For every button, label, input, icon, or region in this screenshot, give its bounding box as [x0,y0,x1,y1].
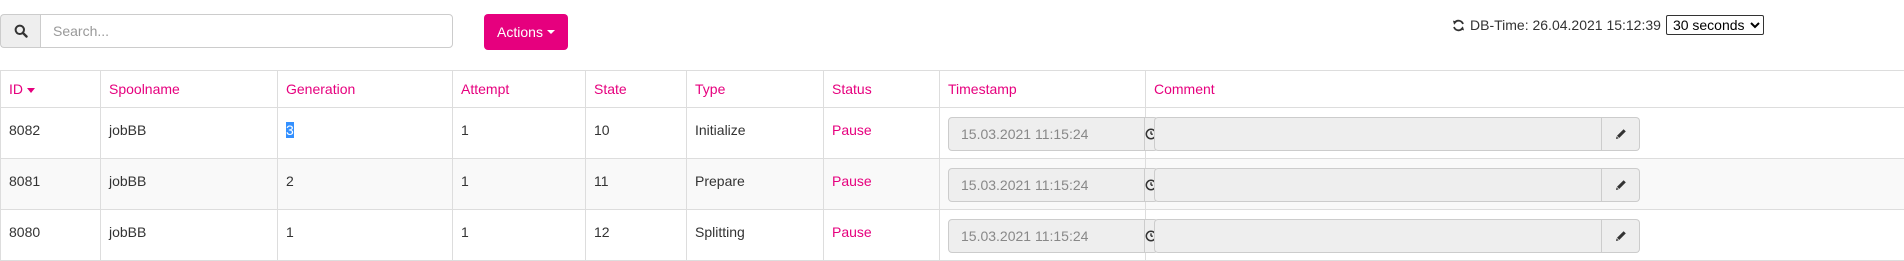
cell-spoolname: jobBB [101,159,278,210]
timestamp-group [948,168,1137,202]
actions-button[interactable]: Actions [484,14,568,50]
column-header-spoolname[interactable]: Spoolname [101,71,278,108]
column-header-id[interactable]: ID [1,71,101,108]
search-group [0,14,453,48]
cell-timestamp [940,108,1146,159]
timestamp-input[interactable] [948,117,1145,151]
column-header-label: State [594,81,627,97]
comment-input[interactable] [1154,168,1602,202]
cell-comment [1146,159,1904,210]
column-header-label: Status [832,81,872,97]
cell-state: 11 [586,159,687,210]
cell-generation: 3 [278,108,453,159]
comment-group [1154,117,1896,151]
column-header-status[interactable]: Status [824,71,940,108]
timestamp-group [948,117,1137,151]
comment-input[interactable] [1154,219,1602,253]
actions-label: Actions [497,24,543,40]
search-input[interactable] [40,14,453,48]
timestamp-group [948,219,1137,253]
edit-button[interactable] [1602,168,1640,202]
cell-state: 10 [586,108,687,159]
timestamp-input[interactable] [948,168,1145,202]
cell-generation: 1 [278,210,453,261]
column-header-type[interactable]: Type [687,71,824,108]
sort-desc-icon [27,88,35,93]
column-header-label: Attempt [461,81,509,97]
cell-status: Pause [824,159,940,210]
pencil-icon [1615,128,1627,140]
column-header-state[interactable]: State [586,71,687,108]
spool-table: ID Spoolname Generation Attempt State Ty… [0,70,1904,261]
column-header-label: Spoolname [109,81,180,97]
pencil-icon [1615,179,1627,191]
column-header-attempt[interactable]: Attempt [453,71,586,108]
cell-timestamp [940,210,1146,261]
cell-attempt: 1 [453,159,586,210]
cell-id: 8080 [1,210,101,261]
comment-group [1154,168,1896,202]
table-header-row: ID Spoolname Generation Attempt State Ty… [1,71,1904,108]
refresh-icon[interactable] [1452,19,1465,32]
edit-button[interactable] [1602,117,1640,151]
column-header-label: Comment [1154,81,1215,97]
selected-text: 3 [286,122,294,138]
status-link[interactable]: Pause [832,224,872,240]
cell-status: Pause [824,108,940,159]
db-time-text: DB-Time: 26.04.2021 15:12:39 [1470,17,1661,33]
edit-button[interactable] [1602,219,1640,253]
column-header-label: Type [695,81,725,97]
column-header-label: Generation [286,81,355,97]
pencil-icon [1615,230,1627,242]
cell-id: 8081 [1,159,101,210]
cell-status: Pause [824,210,940,261]
cell-id: 8082 [1,108,101,159]
table-row[interactable]: 8082 jobBB 3 1 10 Initialize Pause [1,108,1904,159]
column-header-comment[interactable]: Comment [1146,71,1904,108]
table-row[interactable]: 8081 jobBB 2 1 11 Prepare Pause [1,159,1904,210]
table-row[interactable]: 8080 jobBB 1 1 12 Splitting Pause [1,210,1904,261]
refresh-interval-select[interactable]: 30 seconds [1666,15,1764,35]
cell-type: Initialize [687,108,824,159]
cell-attempt: 1 [453,210,586,261]
cell-timestamp [940,159,1146,210]
status-link[interactable]: Pause [832,173,872,189]
cell-spoolname: jobBB [101,108,278,159]
status-link[interactable]: Pause [832,122,872,138]
cell-comment [1146,210,1904,261]
db-time-area: DB-Time: 26.04.2021 15:12:39 30 seconds [1452,15,1764,35]
cell-state: 12 [586,210,687,261]
cell-comment [1146,108,1904,159]
cell-spoolname: jobBB [101,210,278,261]
cell-type: Prepare [687,159,824,210]
column-header-timestamp[interactable]: Timestamp [940,71,1146,108]
toolbar: Actions DB-Time: 26.04.2021 15:12:39 30 … [0,0,1904,70]
timestamp-input[interactable] [948,219,1145,253]
cell-type: Splitting [687,210,824,261]
cell-attempt: 1 [453,108,586,159]
column-header-label: ID [9,81,23,97]
cell-generation: 2 [278,159,453,210]
search-icon [0,14,40,48]
comment-input[interactable] [1154,117,1602,151]
column-header-label: Timestamp [948,81,1017,97]
column-header-generation[interactable]: Generation [278,71,453,108]
comment-group [1154,219,1896,253]
caret-down-icon [547,30,555,34]
